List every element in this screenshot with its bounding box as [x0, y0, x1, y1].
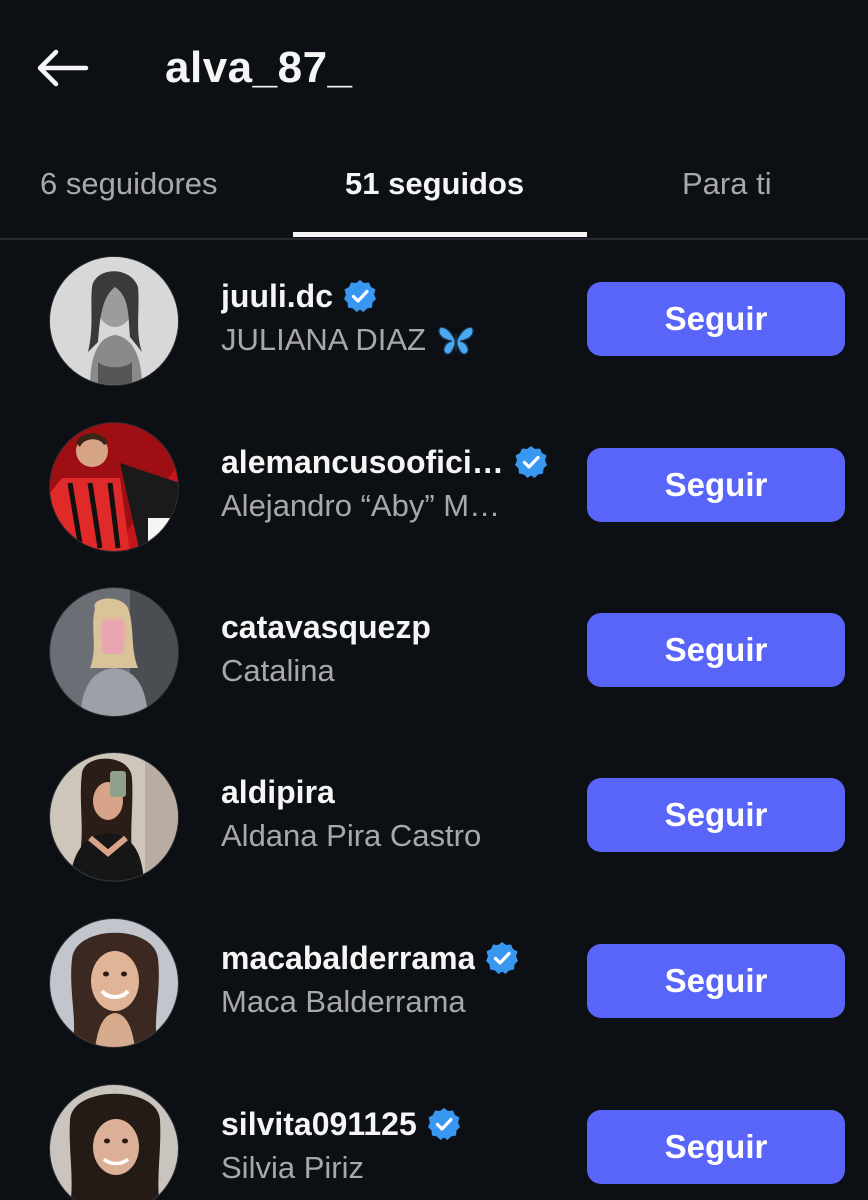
account-names: catavasquezp Catalina [221, 605, 571, 693]
following-screen: alva_87_ 6 seguidores 51 seguidos Para t… [0, 0, 868, 1200]
active-tab-indicator [293, 232, 587, 237]
list-item: catavasquezp Catalina Seguir [0, 587, 868, 747]
account-names: alemancusoofici… Alejandro “Aby” M… [221, 440, 571, 528]
list-item: silvita091125 Silvia Piriz Seguir [0, 1084, 868, 1200]
username[interactable]: catavasquezp [221, 609, 431, 646]
account-names: macabalderrama Maca Balderrama [221, 936, 571, 1024]
avatar[interactable] [49, 422, 179, 552]
tab-followers[interactable]: 6 seguidores [40, 162, 218, 206]
account-names: silvita091125 Silvia Piriz [221, 1102, 571, 1190]
list-item: macabalderrama Maca Balderrama Seguir [0, 918, 868, 1078]
verified-badge-icon [514, 446, 547, 478]
profile-username-title: alva_87_ [165, 43, 353, 92]
list-item: aldipira Aldana Pira Castro Seguir [0, 752, 868, 912]
username[interactable]: alemancusoofici… [221, 444, 504, 481]
follow-button[interactable]: Seguir [587, 944, 845, 1018]
verified-badge-icon [486, 942, 519, 974]
header: alva_87_ [0, 0, 868, 135]
full-name: Alejandro “Aby” M… [221, 488, 501, 523]
full-name: Silvia Piriz [221, 1150, 364, 1185]
follow-button[interactable]: Seguir [587, 778, 845, 852]
avatar[interactable] [49, 256, 179, 386]
list-item: alemancusoofici… Alejandro “Aby” M… Segu… [0, 422, 868, 582]
account-names: aldipira Aldana Pira Castro [221, 770, 571, 858]
username[interactable]: juuli.dc [221, 278, 333, 315]
arrow-left-icon [37, 49, 89, 87]
butterfly-emoji-icon [438, 326, 474, 355]
follow-button[interactable]: Seguir [587, 448, 845, 522]
username[interactable]: aldipira [221, 774, 335, 811]
verified-badge-icon [427, 1108, 460, 1140]
follow-button[interactable]: Seguir [587, 282, 845, 356]
follow-button[interactable]: Seguir [587, 1110, 845, 1184]
verified-badge-icon [344, 280, 376, 312]
full-name: Catalina [221, 653, 335, 688]
avatar[interactable] [49, 1084, 179, 1200]
avatar[interactable] [49, 918, 179, 1048]
username[interactable]: macabalderrama [221, 940, 475, 977]
username[interactable]: silvita091125 [221, 1106, 417, 1143]
list-item: juuli.dc JULIANA DIAZ Seguir [0, 256, 868, 416]
avatar[interactable] [49, 587, 179, 717]
follow-tabs: 6 seguidores 51 seguidos Para ti [0, 150, 868, 240]
tab-for-you[interactable]: Para ti [682, 162, 772, 206]
full-name: Maca Balderrama [221, 984, 466, 1019]
full-name: Aldana Pira Castro [221, 818, 482, 853]
account-names: juuli.dc JULIANA DIAZ [221, 274, 571, 362]
avatar[interactable] [49, 752, 179, 882]
full-name: JULIANA DIAZ [221, 322, 426, 357]
follow-button[interactable]: Seguir [587, 613, 845, 687]
back-button[interactable] [30, 40, 94, 96]
tab-following[interactable]: 51 seguidos [345, 162, 524, 206]
